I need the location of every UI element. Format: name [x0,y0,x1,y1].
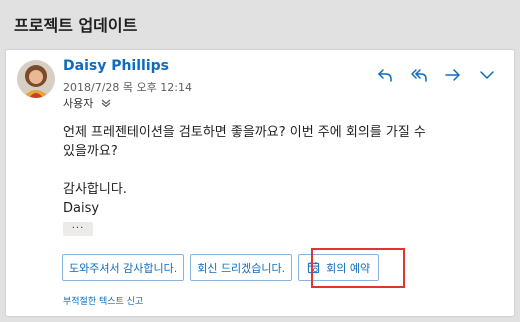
avatar[interactable] [17,60,55,98]
reply-icon[interactable] [376,66,394,84]
show-quoted-button[interactable]: ··· [63,222,93,236]
reply-label: 도와주셔서 감사합니다. [69,261,178,275]
sender-name[interactable]: Daisy Phillips [63,58,169,74]
suggested-reply-will-respond[interactable]: 회신 드리겠습니다. [190,254,293,281]
expand-recipients-icon[interactable] [100,97,112,109]
closing-line: 감사합니다. [63,182,127,197]
forward-icon[interactable] [444,66,462,84]
suggested-reply-thanks[interactable]: 도와주셔서 감사합니다. [62,254,185,281]
message-body: 언제 프레젠테이션을 검토하면 좋을까요? 이번 주에 회의를 가질 수 있을까… [63,123,483,218]
chevron-down-icon[interactable] [478,66,496,84]
reply-label: 회신 드리겠습니다. [197,261,286,275]
sent-date: 2018/7/28 목 오후 12:14 [63,81,192,94]
report-inappropriate-link[interactable]: 부적절한 텍스트 신고 [63,294,143,307]
recipient-name: 사용자 [63,97,94,110]
highlight-box [311,248,405,288]
email-subject: 프로젝트 업데이트 [14,16,138,35]
reply-all-icon[interactable] [410,66,428,84]
title-bar: 프로젝트 업데이트 [0,0,520,48]
message-actions [376,66,496,84]
avatar-image [17,60,55,98]
signature: Daisy [63,201,100,216]
body-line: 있을까요? [63,144,118,159]
recipient-line[interactable]: 사용자 [63,95,112,111]
message-card: Daisy Phillips 2018/7/28 목 오후 12:14 사용자 … [6,50,514,316]
body-line: 언제 프레젠테이션을 검토하면 좋을까요? 이번 주에 회의를 가질 수 [63,125,426,140]
